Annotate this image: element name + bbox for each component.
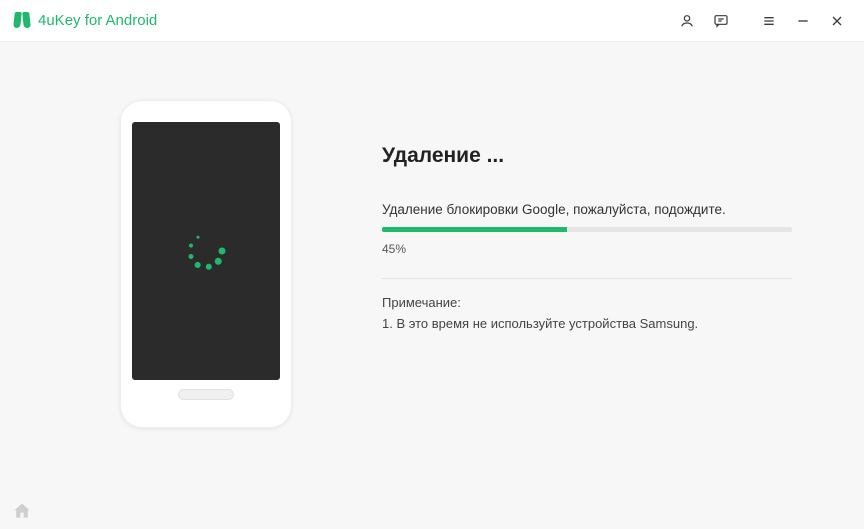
home-icon[interactable] <box>12 501 32 521</box>
phone-mockup <box>120 100 292 428</box>
progress-bar <box>382 227 792 232</box>
app-name: 4uKey for Android <box>38 12 157 29</box>
account-icon[interactable] <box>670 0 704 42</box>
progress-fill <box>382 227 567 232</box>
note-line-1: 1. В это время не используйте устройства… <box>382 316 818 331</box>
close-button[interactable] <box>820 0 854 42</box>
logo-icon <box>14 12 32 30</box>
phone-home-button <box>178 389 234 400</box>
phone-screen <box>132 122 280 380</box>
progress-percent: 45% <box>382 242 818 256</box>
note-title: Примечание: <box>382 295 818 310</box>
app-logo: 4uKey for Android <box>14 12 157 30</box>
feedback-icon[interactable] <box>704 0 738 42</box>
minimize-button[interactable] <box>786 0 820 42</box>
divider <box>382 278 792 279</box>
status-heading: Удаление ... <box>382 144 818 168</box>
main-content: Удаление ... Удаление блокировки Google,… <box>0 42 864 428</box>
status-subheading: Удаление блокировки Google, пожалуйста, … <box>382 202 818 217</box>
window-controls <box>670 0 854 42</box>
menu-icon[interactable] <box>752 0 786 42</box>
title-bar: 4uKey for Android <box>0 0 864 42</box>
loading-spinner-icon <box>184 229 228 273</box>
status-panel: Удаление ... Удаление блокировки Google,… <box>292 100 818 428</box>
